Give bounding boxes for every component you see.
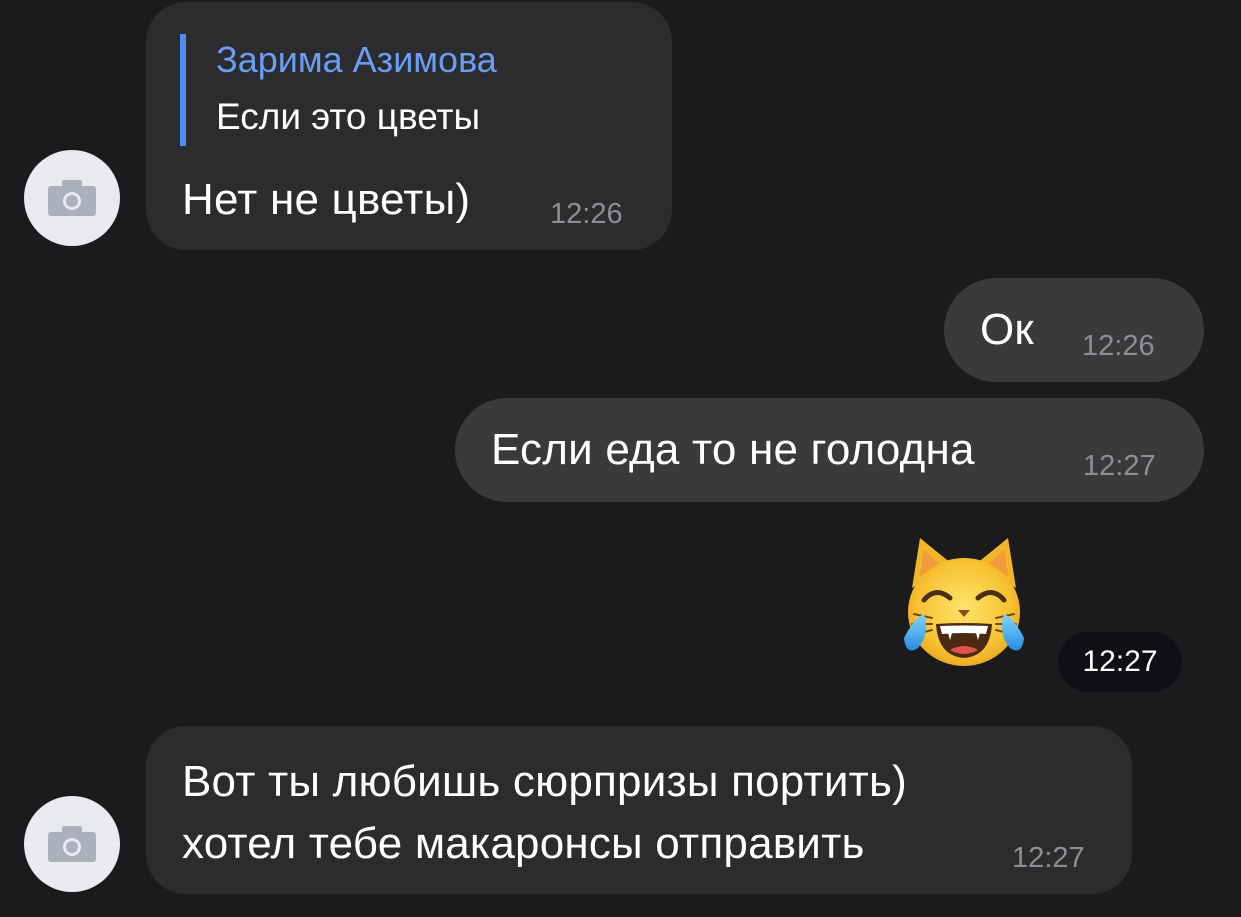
message-bubble-incoming[interactable]: Вот ты любишь сюрпризы портить) хотел те… (146, 726, 1132, 894)
emoji-message[interactable] (894, 530, 1034, 670)
message-text-line: Вот ты любишь сюрпризы портить) (182, 757, 907, 806)
message-time: 12:27 (1012, 842, 1085, 874)
reply-quote[interactable]: Зарима Азимова Если это цветы (180, 34, 497, 146)
cat-tears-of-joy-icon (904, 538, 1024, 666)
message-text-line: хотел тебе макаронсы отправить (182, 819, 865, 868)
message-time: 12:26 (1082, 330, 1155, 362)
message-text: Нет не цветы) (182, 175, 471, 224)
emoji-time-badge: 12:27 (1058, 632, 1182, 692)
message-bubble-outgoing[interactable]: Если еда то не голодна 12:27 (455, 398, 1204, 502)
message-bubble-incoming[interactable]: Зарима Азимова Если это цветы Нет не цве… (146, 2, 672, 250)
contact-avatar[interactable] (24, 150, 120, 246)
message-time: 12:27 (1083, 450, 1156, 482)
reply-author: Зарима Азимова (216, 39, 497, 80)
camera-icon (48, 826, 96, 862)
message-text: Ок (980, 305, 1034, 354)
reply-text: Если это цветы (216, 96, 481, 137)
message-text: Если еда то не голодна (491, 425, 975, 474)
message-time: 12:26 (550, 198, 623, 230)
camera-icon (48, 180, 96, 216)
message-bubble-outgoing[interactable]: Ок 12:26 (944, 278, 1204, 382)
contact-avatar[interactable] (24, 796, 120, 892)
